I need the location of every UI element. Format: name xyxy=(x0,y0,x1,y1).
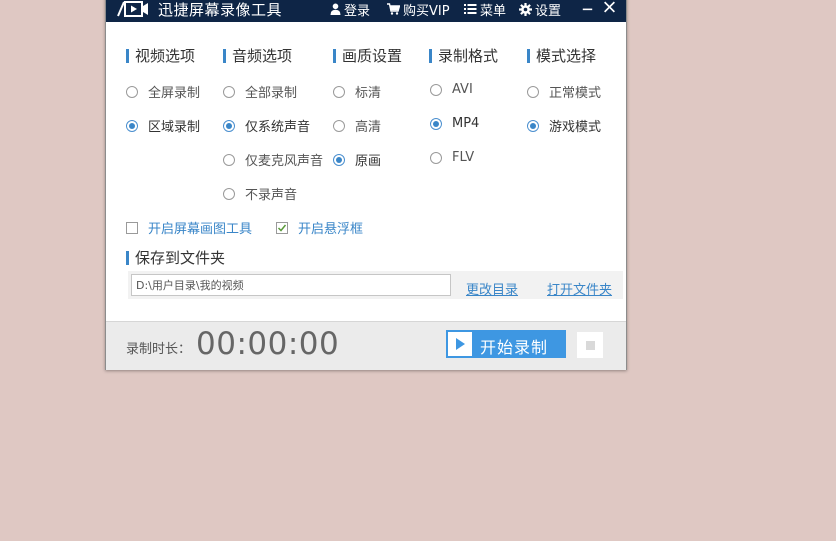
radio-circle[interactable] xyxy=(126,85,138,98)
list-icon xyxy=(464,4,477,14)
option-label: 游戏模式 xyxy=(549,120,602,135)
play-icon xyxy=(448,332,472,356)
save-path-input[interactable] xyxy=(131,274,451,296)
radio-circle[interactable] xyxy=(333,119,345,132)
format-heading: 录制格式 xyxy=(429,45,498,66)
audio-options-heading: 音频选项 xyxy=(223,45,292,66)
radio-format-mp4[interactable]: MP4 xyxy=(430,116,479,131)
checkbox-box[interactable] xyxy=(276,221,288,234)
radio-circle[interactable] xyxy=(430,151,442,164)
radio-circle[interactable] xyxy=(223,119,235,132)
bottom-bar: 录制时长： 00:00:00 开始录制 xyxy=(106,321,626,370)
option-label: MP4 xyxy=(452,116,480,131)
heading-marker xyxy=(333,48,336,63)
checkbox-label: 开启悬浮框 xyxy=(298,222,364,237)
option-label: 不录声音 xyxy=(245,188,298,203)
heading-marker xyxy=(126,250,129,265)
float-window-checkbox[interactable]: 开启悬浮框 xyxy=(276,218,363,237)
menu-label: 菜单 xyxy=(480,3,507,19)
close-icon xyxy=(604,1,615,13)
menu-button[interactable]: 菜单 xyxy=(464,0,507,19)
audio-options-title: 音频选项 xyxy=(232,47,293,65)
path-row: 更改目录 打开文件夹 xyxy=(128,271,623,299)
option-label: 仅麦克风声音 xyxy=(245,154,324,169)
heading-marker xyxy=(126,48,129,63)
option-label: FLV xyxy=(452,150,475,165)
save-folder-heading: 保存到文件夹 xyxy=(126,247,225,268)
option-label: 全部录制 xyxy=(245,86,298,101)
close-button[interactable] xyxy=(603,0,619,16)
radio-record-all-audio[interactable]: 全部录制 xyxy=(223,82,297,101)
quality-title: 画质设置 xyxy=(342,47,403,65)
gear-icon xyxy=(519,2,532,16)
option-label: 全屏录制 xyxy=(148,86,201,101)
open-folder-link[interactable]: 打开文件夹 xyxy=(547,279,612,298)
radio-quality-hd[interactable]: 高清 xyxy=(333,116,381,135)
vip-label: 购买VIP xyxy=(403,3,450,19)
radio-fullscreen[interactable]: 全屏录制 xyxy=(126,82,200,101)
recorder-window: 迅捷屏幕录像工具 登录 购买VIP 菜单 设置 视频选项 全屏录制 区域录制 音… xyxy=(105,0,627,370)
change-directory-link[interactable]: 更改目录 xyxy=(466,279,518,298)
draw-tool-checkbox[interactable]: 开启屏幕画图工具 xyxy=(126,218,252,237)
option-label: 标清 xyxy=(355,86,382,101)
radio-no-audio[interactable]: 不录声音 xyxy=(223,184,297,203)
heading-marker xyxy=(527,48,530,63)
radio-circle[interactable] xyxy=(223,153,235,166)
checkmark-icon xyxy=(277,224,287,232)
settings-button[interactable]: 设置 xyxy=(519,0,562,19)
logo-icon xyxy=(117,1,148,17)
radio-circle[interactable] xyxy=(223,187,235,200)
radio-circle[interactable] xyxy=(223,85,235,98)
quality-heading: 画质设置 xyxy=(333,45,402,66)
mode-title: 模式选择 xyxy=(536,47,597,65)
radio-region[interactable]: 区域录制 xyxy=(126,116,200,135)
option-label: AVI xyxy=(452,82,473,97)
start-recording-label: 开始录制 xyxy=(480,338,549,357)
login-label: 登录 xyxy=(344,3,371,19)
checkbox-box[interactable] xyxy=(126,221,138,234)
option-label: 仅系统声音 xyxy=(245,120,311,135)
minimize-icon xyxy=(582,8,593,11)
heading-marker xyxy=(429,48,432,63)
radio-mic-audio[interactable]: 仅麦克风声音 xyxy=(223,150,323,169)
app-title: 迅捷屏幕录像工具 xyxy=(158,1,283,19)
user-icon xyxy=(330,3,341,15)
video-options-title: 视频选项 xyxy=(135,47,196,65)
radio-normal-mode[interactable]: 正常模式 xyxy=(527,82,601,101)
option-label: 正常模式 xyxy=(549,86,602,101)
radio-game-mode[interactable]: 游戏模式 xyxy=(527,116,601,135)
radio-circle[interactable] xyxy=(333,85,345,98)
save-folder-title: 保存到文件夹 xyxy=(135,249,226,267)
option-label: 区域录制 xyxy=(148,120,201,135)
cart-icon xyxy=(387,3,400,15)
settings-label: 设置 xyxy=(535,3,562,19)
checkbox-label: 开启屏幕画图工具 xyxy=(148,222,253,237)
radio-quality-sd[interactable]: 标清 xyxy=(333,82,381,101)
radio-circle[interactable] xyxy=(430,83,442,96)
format-title: 录制格式 xyxy=(438,47,499,65)
radio-quality-original[interactable]: 原画 xyxy=(333,150,381,169)
title-bar[interactable]: 迅捷屏幕录像工具 登录 购买VIP 菜单 设置 xyxy=(106,0,626,22)
stop-icon xyxy=(585,340,595,350)
stop-recording-button[interactable] xyxy=(577,332,603,358)
radio-format-flv[interactable]: FLV xyxy=(430,150,474,165)
radio-circle[interactable] xyxy=(430,117,442,130)
buy-vip-button[interactable]: 购买VIP xyxy=(387,0,450,19)
radio-circle[interactable] xyxy=(527,85,539,98)
option-label: 原画 xyxy=(355,154,382,169)
mode-heading: 模式选择 xyxy=(527,45,596,66)
duration-label: 录制时长： xyxy=(126,342,192,357)
login-button[interactable]: 登录 xyxy=(330,0,371,19)
minimize-button[interactable] xyxy=(582,0,596,16)
radio-system-audio[interactable]: 仅系统声音 xyxy=(223,116,310,135)
duration-value: 00:00:00 xyxy=(196,326,340,362)
radio-circle[interactable] xyxy=(126,119,138,132)
radio-circle[interactable] xyxy=(333,153,345,166)
radio-circle[interactable] xyxy=(527,119,539,132)
option-label: 高清 xyxy=(355,120,382,135)
video-options-heading: 视频选项 xyxy=(126,45,195,66)
heading-marker xyxy=(223,48,226,63)
start-recording-button[interactable]: 开始录制 xyxy=(446,330,566,358)
radio-format-avi[interactable]: AVI xyxy=(430,82,473,97)
